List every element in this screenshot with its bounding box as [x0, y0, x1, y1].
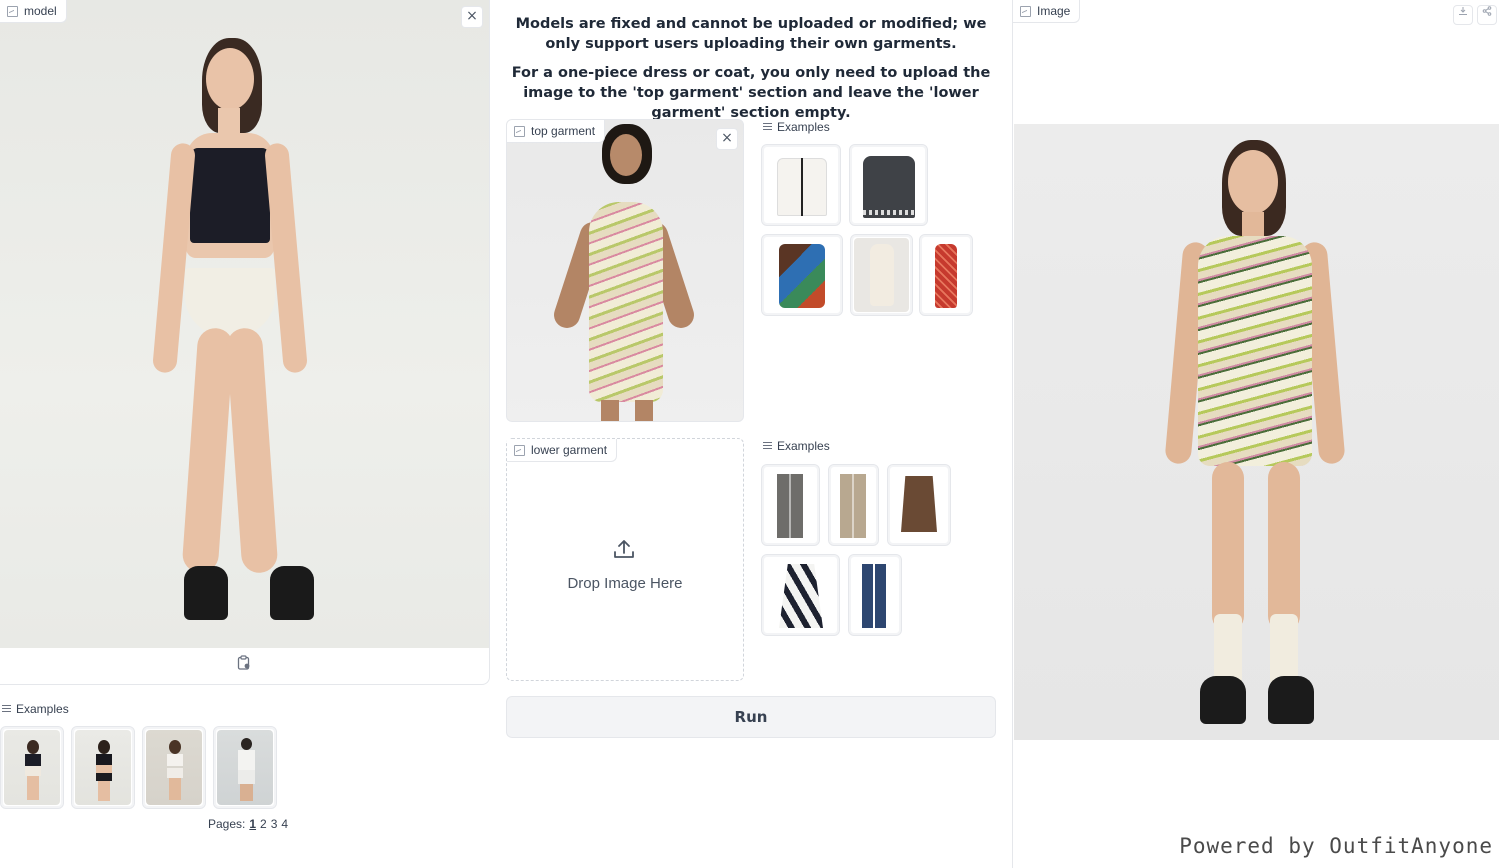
watermark: Powered by OutfitAnyone [1179, 834, 1493, 858]
share-icon[interactable] [1477, 5, 1497, 25]
model-examples-label: Examples [2, 702, 69, 716]
download-icon[interactable] [1453, 5, 1473, 25]
model-close-button[interactable]: × [461, 6, 483, 28]
page-link-4[interactable]: 4 [281, 817, 288, 831]
run-button[interactable]: Run [506, 696, 996, 738]
pagination: Pages: 1 2 3 4 [208, 817, 289, 831]
top-garment-close-button[interactable]: × [716, 128, 738, 150]
image-icon [514, 444, 525, 456]
top-example-thumb[interactable] [761, 144, 841, 226]
page-link-2[interactable]: 2 [260, 817, 267, 831]
image-icon [1020, 5, 1031, 17]
lower-examples-label: Examples [763, 439, 830, 453]
lower-example-thumb[interactable] [848, 554, 902, 636]
top-example-thumb[interactable] [761, 234, 843, 316]
page-link-1[interactable]: 1 [249, 817, 256, 831]
top-examples-label: Examples [763, 120, 830, 134]
top-garment-label: top garment [507, 120, 606, 143]
lower-example-thumb[interactable] [828, 464, 879, 546]
top-example-thumb[interactable] [919, 234, 973, 316]
top-garment-image [507, 120, 743, 421]
lower-example-thumb[interactable] [761, 464, 820, 546]
image-icon [7, 5, 18, 17]
info-line-2: For a one-piece dress or coat, you only … [511, 65, 991, 121]
list-icon [763, 442, 772, 450]
top-example-thumb[interactable] [850, 234, 913, 316]
output-panel: Image Powered by OutfitAnyone [1012, 0, 1499, 868]
lower-garment-label: lower garment [507, 439, 618, 462]
list-icon [763, 123, 772, 131]
model-example-thumb[interactable] [142, 726, 206, 809]
list-icon [2, 705, 11, 713]
lower-example-thumb[interactable] [761, 554, 840, 636]
output-image [1014, 124, 1499, 740]
top-example-thumb[interactable] [849, 144, 928, 226]
lower-example-thumb[interactable] [887, 464, 951, 546]
info-line-1: Models are fixed and cannot be uploaded … [515, 16, 987, 52]
lower-garment-dropzone[interactable]: lower garment Drop Image Here [506, 438, 744, 681]
top-garment-panel[interactable]: top garment × [506, 119, 744, 422]
model-example-thumb[interactable] [213, 726, 277, 809]
model-example-thumb[interactable] [71, 726, 135, 809]
clipboard-icon[interactable] [237, 655, 251, 670]
drop-image-text: Drop Image Here [567, 575, 683, 592]
output-label: Image [1013, 0, 1081, 23]
image-icon [514, 125, 525, 137]
page-link-3[interactable]: 3 [271, 817, 278, 831]
upload-icon [613, 538, 635, 560]
model-panel: model × [0, 0, 490, 685]
model-label: model [0, 0, 67, 23]
model-image [0, 0, 489, 648]
model-example-thumb[interactable] [0, 726, 64, 809]
